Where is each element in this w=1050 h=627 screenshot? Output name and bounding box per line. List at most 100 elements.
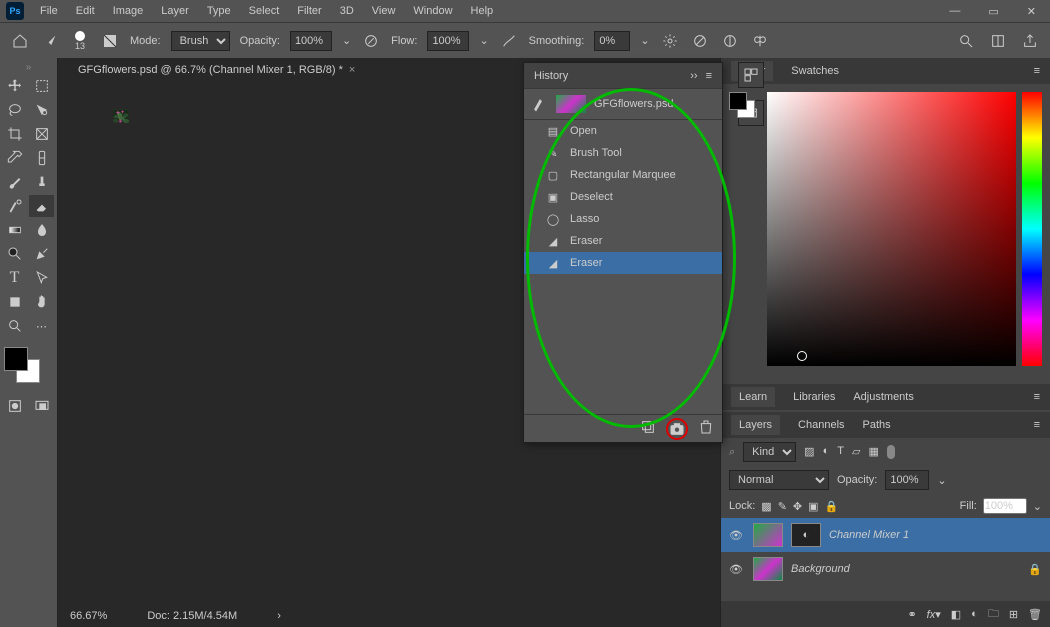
gear-icon[interactable] <box>660 31 680 51</box>
hand-tool[interactable] <box>29 291 54 313</box>
lock-all-icon[interactable]: 🔒 <box>825 500 839 513</box>
menu-image[interactable]: Image <box>105 2 152 20</box>
collapsed-panel-icon[interactable] <box>738 62 764 88</box>
shape-tool[interactable] <box>2 291 27 313</box>
panel-menu-icon[interactable]: ≡ <box>1034 65 1040 77</box>
filter-smart-icon[interactable]: ▦ <box>868 445 878 459</box>
history-brush-tool[interactable] <box>2 195 27 217</box>
tab-swatches[interactable]: Swatches <box>791 65 839 77</box>
history-item[interactable]: ◢Eraser <box>524 252 722 274</box>
tab-layers[interactable]: Layers <box>731 415 780 435</box>
dodge-tool[interactable] <box>2 243 27 265</box>
edit-toolbar[interactable]: ⋯ <box>29 315 54 337</box>
zoom-tool[interactable] <box>2 315 27 337</box>
tab-close-icon[interactable]: × <box>349 64 355 76</box>
close-icon[interactable]: ✕ <box>1019 2 1044 21</box>
filter-type-icon[interactable]: T <box>837 445 844 459</box>
history-item[interactable]: ◯Lasso <box>524 208 722 230</box>
new-document-snapshot-icon[interactable] <box>640 419 656 438</box>
layer-filter-kind[interactable]: Kind <box>743 442 796 462</box>
fg-bg-swatch[interactable] <box>729 92 755 118</box>
history-item[interactable]: ◢Eraser <box>524 230 722 252</box>
stamp-tool[interactable] <box>29 171 54 193</box>
opacity-input[interactable] <box>290 31 332 51</box>
menu-3d[interactable]: 3D <box>332 2 362 20</box>
menu-filter[interactable]: Filter <box>289 2 329 20</box>
history-item[interactable]: ✎Brush Tool <box>524 142 722 164</box>
visibility-icon[interactable]: 👁 <box>729 529 745 542</box>
smoothing-input[interactable] <box>594 31 630 51</box>
tool-preset-icon[interactable] <box>40 31 60 51</box>
search-icon[interactable] <box>956 31 976 51</box>
quickmask-tool[interactable] <box>2 395 27 417</box>
panel-menu-icon[interactable]: ≡ <box>1034 419 1040 431</box>
color-swatches[interactable] <box>2 345 42 385</box>
smoothing-dropdown-icon[interactable]: ⌄ <box>640 34 649 47</box>
menu-select[interactable]: Select <box>241 2 288 20</box>
pen-tool[interactable] <box>29 243 54 265</box>
layer-opacity-input[interactable] <box>885 470 929 490</box>
symmetry-icon[interactable] <box>720 31 740 51</box>
panel-collapse-icon[interactable]: ›› <box>690 70 697 82</box>
tab-learn[interactable]: Learn <box>731 387 775 407</box>
quick-select-tool[interactable] <box>29 99 54 121</box>
panel-menu-icon[interactable]: ≡ <box>706 70 712 82</box>
color-picker[interactable] <box>721 84 1050 374</box>
mode-select[interactable]: Brush <box>171 31 230 51</box>
layer-name[interactable]: Background <box>791 563 850 575</box>
docsize-readout[interactable]: Doc: 2.15M/4.54M <box>147 610 237 622</box>
brush-tool[interactable] <box>2 171 27 193</box>
pressure-opacity-icon[interactable] <box>361 31 381 51</box>
menu-window[interactable]: Window <box>405 2 460 20</box>
layer-mask-icon[interactable]: ◧ <box>951 608 961 621</box>
chevron-down-icon[interactable]: ⌄ <box>937 474 946 487</box>
frame-tool[interactable] <box>29 123 54 145</box>
type-tool[interactable]: T <box>2 267 27 289</box>
history-source-row[interactable]: GFGflowers.psd <box>524 89 722 120</box>
new-layer-icon[interactable]: ⊞ <box>1009 608 1018 621</box>
menu-layer[interactable]: Layer <box>153 2 197 20</box>
menu-file[interactable]: File <box>32 2 66 20</box>
home-icon[interactable] <box>10 31 30 51</box>
lock-transparent-icon[interactable]: ▩ <box>761 500 771 513</box>
filter-toggle-icon[interactable] <box>887 445 895 459</box>
status-chevron-icon[interactable]: › <box>277 610 281 622</box>
screenmode-tool[interactable] <box>29 395 54 417</box>
lock-position-icon[interactable]: ✥ <box>793 500 802 513</box>
layer-group-icon[interactable]: 🗀 <box>988 605 999 624</box>
menu-help[interactable]: Help <box>463 2 502 20</box>
maximize-icon[interactable]: ▭ <box>980 2 1006 21</box>
butterfly-icon[interactable] <box>750 31 770 51</box>
panel-menu-icon[interactable]: ≡ <box>1034 391 1040 403</box>
layer-name[interactable]: Channel Mixer 1 <box>829 529 909 541</box>
menu-edit[interactable]: Edit <box>68 2 103 20</box>
share-icon[interactable] <box>1020 31 1040 51</box>
tab-channels[interactable]: Channels <box>798 419 844 431</box>
pressure-size-icon[interactable] <box>690 31 710 51</box>
visibility-icon[interactable]: 👁 <box>729 563 745 576</box>
history-item[interactable]: ▤Open <box>524 120 722 142</box>
filter-image-icon[interactable]: ▨ <box>804 445 814 459</box>
history-item[interactable]: ▢Rectangular Marquee <box>524 164 722 186</box>
color-field[interactable] <box>767 92 1016 366</box>
history-item[interactable]: ▣Deselect <box>524 186 722 208</box>
adjustment-layer-icon[interactable]: ◐ <box>971 608 978 620</box>
hue-slider[interactable] <box>1022 92 1042 366</box>
flow-dropdown-icon[interactable]: ⌄ <box>479 34 488 47</box>
marquee-tool[interactable] <box>29 75 54 97</box>
tab-paths[interactable]: Paths <box>863 419 891 431</box>
brush-size-icon[interactable]: 13 <box>70 31 90 51</box>
layer-fx-icon[interactable]: fx▾ <box>927 608 941 621</box>
lock-artboard-icon[interactable]: ▣ <box>808 500 818 513</box>
menu-view[interactable]: View <box>364 2 404 20</box>
opacity-dropdown-icon[interactable]: ⌄ <box>342 34 351 47</box>
trash-icon[interactable] <box>698 419 714 438</box>
gradient-tool[interactable] <box>2 219 27 241</box>
toolbar-collapse-icon[interactable]: » <box>2 62 55 73</box>
blur-tool[interactable] <box>29 219 54 241</box>
menu-type[interactable]: Type <box>199 2 239 20</box>
airbrush-icon[interactable] <box>499 31 519 51</box>
path-select-tool[interactable] <box>29 267 54 289</box>
tab-libraries[interactable]: Libraries <box>793 391 835 403</box>
move-tool[interactable] <box>2 75 27 97</box>
